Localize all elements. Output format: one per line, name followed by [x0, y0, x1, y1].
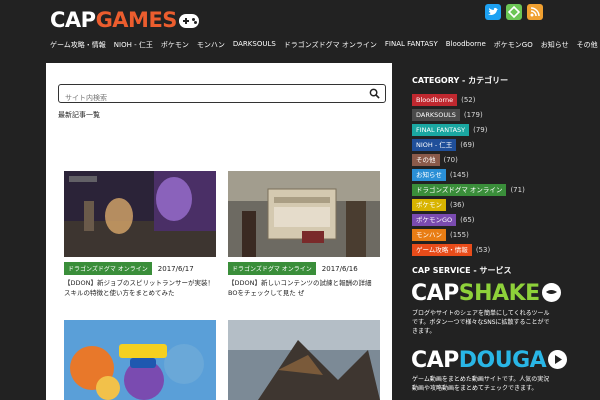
play-icon — [548, 349, 568, 369]
category-item: DARKSOULS (179) — [412, 109, 600, 121]
post-card[interactable] — [64, 320, 216, 400]
category-item: モンハン (155) — [412, 229, 600, 241]
service-logo-part1: CAP — [411, 281, 459, 306]
gamepad-icon — [178, 14, 199, 28]
twitter-icon[interactable] — [485, 4, 501, 20]
post-date: 2017/6/16 — [321, 264, 358, 273]
category-count: (155) — [450, 231, 469, 239]
post-thumbnail[interactable] — [228, 171, 380, 257]
pad-button-dot — [193, 21, 197, 24]
post-card[interactable]: ドラゴンズドグマ オンライン 2017/6/16 【DDON】新しいコンテンツの… — [228, 171, 380, 298]
capshake-description: ブログやサイトのシェアを簡単にしてくれるツールです。ボタン一つで様々なSNSに拡… — [412, 310, 550, 335]
shake-icon — [541, 282, 561, 302]
nav-item[interactable]: ポケモンGO — [494, 40, 533, 50]
capdouga-logo[interactable]: CAPDOUGA — [411, 348, 568, 373]
category-count: (53) — [475, 246, 491, 254]
category-heading: CATEGORY - カテゴリー — [412, 76, 509, 85]
service-logo-part2: SHAKE — [458, 281, 540, 306]
category-count: (70) — [443, 156, 458, 164]
search-box — [58, 84, 386, 107]
category-link[interactable]: ゲーム攻略・情報 — [412, 244, 472, 256]
category-item: Bloodborne (52) — [412, 94, 600, 106]
logo-part1: CAP — [50, 8, 96, 32]
main-nav: ゲーム攻略・情報 NIOH - 仁王 ポケモン モンハン DARKSOULS ド… — [50, 40, 598, 50]
category-item: ゲーム攻略・情報 (53) — [412, 244, 600, 256]
site-header: CAPGAMES ゲーム攻略・情報 NIOH - 仁王 ポケモン モンハン DA… — [0, 0, 600, 62]
category-count: (65) — [460, 216, 475, 224]
category-link[interactable]: FINAL FANTASY — [412, 124, 470, 136]
category-count: (52) — [461, 96, 476, 104]
rss-icon[interactable] — [527, 4, 543, 20]
site-logo[interactable]: CAPGAMES — [50, 6, 199, 34]
post-meta: ドラゴンズドグマ オンライン 2017/6/17 — [64, 262, 216, 275]
category-link[interactable]: NIOH - 仁王 — [412, 139, 457, 151]
social-links — [485, 4, 543, 20]
feedly-icon[interactable] — [506, 4, 522, 20]
sidebar: CATEGORY - カテゴリー Bloodborne (52) DARKSOUL… — [412, 75, 600, 256]
category-count: (79) — [473, 126, 488, 134]
category-link[interactable]: DARKSOULS — [412, 109, 460, 121]
search-icon[interactable] — [369, 88, 380, 99]
category-link[interactable]: ポケモンGO — [412, 214, 457, 226]
category-item: FINAL FANTASY (79) — [412, 124, 600, 136]
search-input[interactable] — [59, 89, 359, 107]
post-card[interactable]: ドラゴンズドグマ オンライン 2017/6/17 【DDON】新ジョブのスピリッ… — [64, 171, 216, 298]
nav-item[interactable]: モンハン — [197, 40, 225, 50]
service-logo-part1: CAP — [411, 348, 459, 373]
post-thumbnail[interactable] — [64, 320, 216, 400]
service-heading: CAP SERVICE - サービス — [412, 266, 512, 275]
post-thumbnail[interactable] — [228, 320, 380, 400]
category-count: (145) — [449, 171, 469, 179]
post-date: 2017/6/17 — [157, 264, 194, 273]
category-item: その他 (70) — [412, 154, 600, 166]
nav-item[interactable]: ポケモン — [161, 40, 189, 50]
post-meta: ドラゴンズドグマ オンライン 2017/6/16 — [228, 262, 380, 275]
category-count: (69) — [460, 141, 475, 149]
category-item: NIOH - 仁王 (69) — [412, 139, 600, 151]
category-link[interactable]: ポケモン — [412, 199, 446, 211]
nav-item[interactable]: その他 — [577, 40, 598, 50]
category-item: ポケモン (36) — [412, 199, 600, 211]
nav-item[interactable]: Bloodborne — [446, 40, 486, 50]
capdouga-description: ゲーム動画をまとめた動画サイトです。人気の実況動画や攻略動画をまとめてチェックで… — [412, 376, 550, 392]
nav-item[interactable]: DARKSOULS — [233, 40, 276, 50]
post-card[interactable] — [228, 320, 380, 400]
nav-item[interactable]: ドラゴンズドグマ オンライン — [284, 40, 377, 50]
category-tag[interactable]: ドラゴンズドグマ オンライン — [64, 262, 152, 275]
category-item: ポケモンGO (65) — [412, 214, 600, 226]
main-content: 最新記事一覧 ドラゴンズドグマ オンライン 2017/6/17 【DDON】新ジ… — [46, 63, 392, 400]
category-link[interactable]: モンハン — [412, 229, 446, 241]
category-count: (36) — [450, 201, 465, 209]
category-link[interactable]: ドラゴンズドグマ オンライン — [412, 184, 507, 196]
logo-part2: GAMES — [95, 8, 178, 32]
category-link[interactable]: お知らせ — [412, 169, 446, 181]
capshake-logo[interactable]: CAPSHAKE — [411, 281, 561, 306]
category-tag[interactable]: ドラゴンズドグマ オンライン — [228, 262, 316, 275]
section-title: 最新記事一覧 — [58, 111, 100, 119]
category-link[interactable]: その他 — [412, 154, 440, 166]
category-count: (179) — [463, 111, 483, 119]
post-title[interactable]: 【DDON】新ジョブのスピリットランサーが実装！スキルの特徴と使い方をまとめてみ… — [64, 278, 216, 298]
post-title[interactable]: 【DDON】新しいコンテンツの試練と報酬の詳細BOをチェックして見た ぜ — [228, 278, 380, 298]
category-item: ドラゴンズドグマ オンライン (71) — [412, 184, 600, 196]
category-item: お知らせ (145) — [412, 169, 600, 181]
category-link[interactable]: Bloodborne — [412, 94, 458, 106]
nav-item[interactable]: NIOH - 仁王 — [114, 40, 153, 50]
post-thumbnail[interactable] — [64, 171, 216, 257]
nav-item[interactable]: お知らせ — [541, 40, 569, 50]
nav-item[interactable]: FINAL FANTASY — [385, 40, 438, 50]
service-logo-part2: DOUGA — [458, 348, 547, 373]
nav-item[interactable]: ゲーム攻略・情報 — [50, 40, 106, 50]
category-count: (71) — [510, 186, 525, 194]
logo-text: CAPGAMES — [50, 6, 177, 34]
category-list: Bloodborne (52) DARKSOULS (179) FINAL FANT… — [412, 94, 600, 256]
